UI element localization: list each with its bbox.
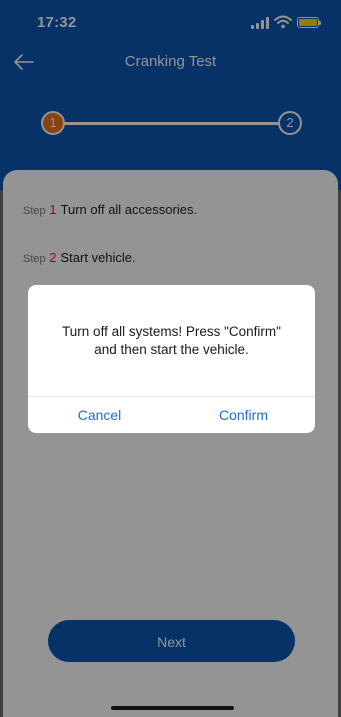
dialog-message-line-2: and then start the vehicle.: [94, 342, 249, 357]
confirm-dialog: Turn off all systems! Press "Confirm" an…: [28, 285, 315, 433]
dialog-message: Turn off all systems! Press "Confirm" an…: [44, 323, 299, 359]
home-indicator[interactable]: [111, 706, 234, 710]
cancel-button[interactable]: Cancel: [28, 397, 171, 433]
confirm-button[interactable]: Confirm: [172, 397, 315, 433]
dialog-message-line-1: Turn off all systems! Press "Confirm": [62, 324, 281, 339]
